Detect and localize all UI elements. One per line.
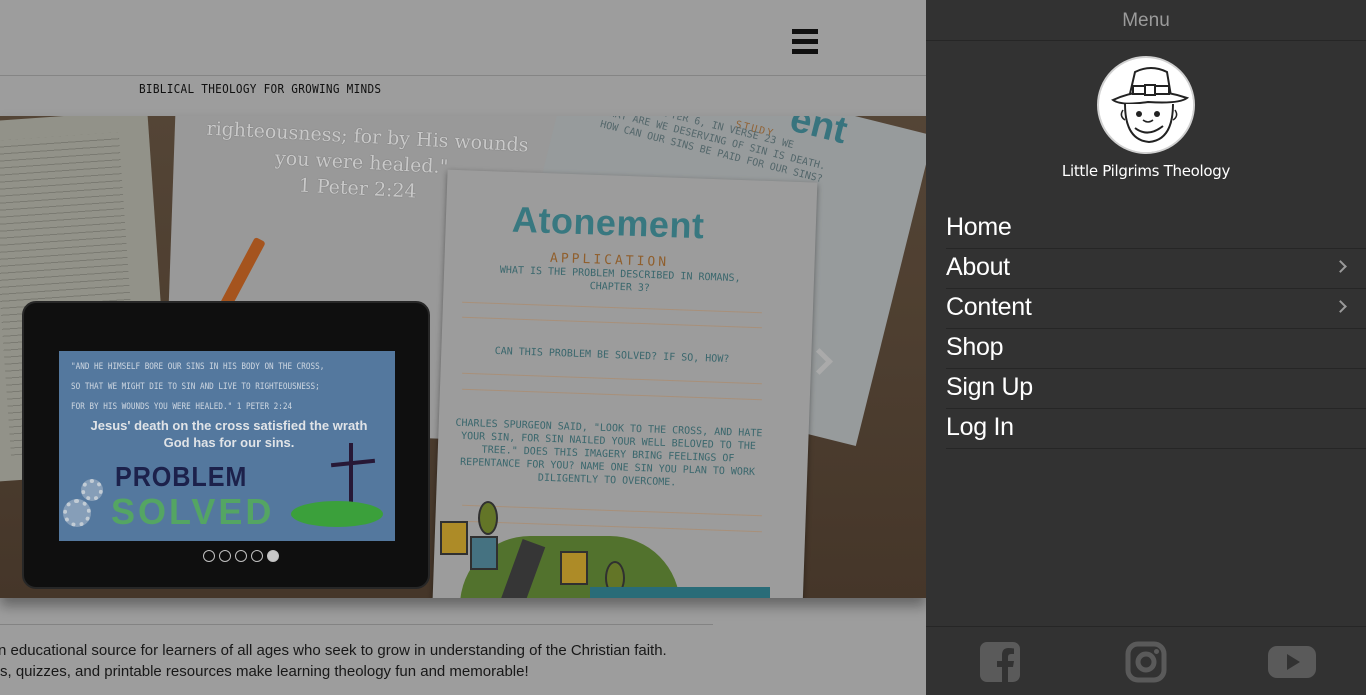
slider-pagination (203, 550, 279, 562)
main-page: BIBLICAL THEOLOGY FOR GROWING MINDS righ… (0, 0, 926, 695)
chevron-right-icon[interactable] (1334, 300, 1347, 313)
menu-item-log-in[interactable]: Log In (946, 409, 1366, 449)
tablet-problem-text: PROBLEM (115, 461, 248, 492)
tablet-verse-line: FOR BY HIS WOUNDS YOU WERE HEALED." 1 PE… (71, 402, 293, 412)
slider-next-arrow-icon[interactable] (808, 346, 834, 380)
menu-item-label: Shop (946, 333, 1004, 361)
tablet-cross (349, 443, 353, 505)
tablet-main-text: Jesus' death on the cross satisfied the … (90, 418, 368, 450)
menu-item-label: Sign Up (946, 373, 1033, 401)
menu-item-content[interactable]: Content (946, 289, 1366, 329)
tablet-screen: "AND HE HIMSELF BORE OUR SINS IN HIS BOD… (59, 351, 395, 541)
chevron-right-icon[interactable] (1334, 260, 1347, 273)
instagram-icon[interactable] (1125, 641, 1167, 683)
tablet-verse-line: "AND HE HIMSELF BORE OUR SINS IN HIS BOD… (71, 362, 325, 372)
tablet-cross-bar (330, 458, 376, 468)
tablet-verse: "AND HE HIMSELF BORE OUR SINS IN HIS BOD… (71, 357, 343, 417)
intro-line: n educational source for learners of all… (0, 642, 667, 659)
site-tagline: BIBLICAL THEOLOGY FOR GROWING MINDS (139, 82, 382, 96)
brand-name[interactable]: Little Pilgrims Theology (926, 162, 1366, 180)
menu-item-sign-up[interactable]: Sign Up (946, 369, 1366, 409)
slider-dot-active[interactable] (267, 550, 279, 562)
slider-dot[interactable] (235, 550, 247, 562)
menu-item-label: Home (946, 213, 1012, 241)
menu-nav: Home About Content Shop Sign Up Log In (946, 209, 1366, 449)
menu-item-shop[interactable]: Shop (946, 329, 1366, 369)
worksheet-question: CHARLES SPURGEON SAID, "LOOK TO THE CROS… (455, 417, 763, 489)
hamburger-menu-icon[interactable] (792, 29, 818, 55)
hero-slider[interactable]: righteousness; for by His wounds you wer… (0, 116, 926, 598)
youtube-icon[interactable] (1267, 641, 1317, 683)
menu-item-label: Log In (946, 413, 1014, 441)
divider (0, 624, 713, 625)
intro-text: n educational source for learners of all… (0, 640, 926, 682)
worksheet-title: Atonement (511, 198, 706, 247)
menu-item-about[interactable]: About (946, 249, 1366, 289)
menu-item-label: Content (946, 293, 1032, 321)
pilgrim-logo-icon[interactable] (1097, 56, 1195, 154)
menu-item-home[interactable]: Home (946, 209, 1366, 249)
side-menu: Menu Little Pilgrims Theology Home About (926, 0, 1366, 695)
menu-item-label: About (946, 253, 1010, 281)
intro-line: s, quizzes, and printable resources make… (0, 663, 529, 680)
tablet-grass (291, 501, 383, 527)
site-header (0, 0, 926, 76)
gear-icon (63, 499, 91, 527)
menu-title: Menu (926, 0, 1366, 41)
tablet-image: "AND HE HIMSELF BORE OUR SINS IN HIS BOD… (22, 301, 430, 589)
slider-dot[interactable] (219, 550, 231, 562)
slider-dot[interactable] (251, 550, 263, 562)
social-links (926, 626, 1366, 695)
gear-icon (81, 479, 103, 501)
tablet-solved-text: SOLVED (111, 491, 275, 532)
tablet-verse-line: SO THAT WE MIGHT DIE TO SIN AND LIVE TO … (71, 382, 320, 392)
town-illustration (430, 491, 770, 598)
slider-dot[interactable] (203, 550, 215, 562)
facebook-icon[interactable] (979, 641, 1021, 683)
